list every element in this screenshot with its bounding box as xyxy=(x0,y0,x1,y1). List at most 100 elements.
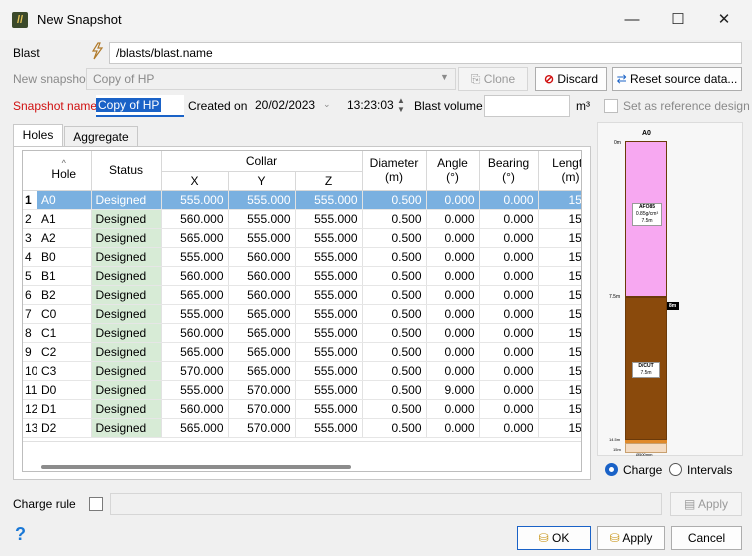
table-row[interactable]: 11 D0 Designed 555.000 570.000 555.000 0.500 9.… xyxy=(23,380,581,400)
diameter-cell[interactable]: 0.500 xyxy=(362,209,427,229)
length-cell[interactable]: 15.00 xyxy=(538,304,581,324)
reference-checkbox[interactable] xyxy=(604,99,618,113)
status-cell[interactable]: Designed xyxy=(91,266,162,286)
x-cell[interactable]: 555.000 xyxy=(161,190,229,210)
row-number[interactable]: 4 xyxy=(23,247,37,267)
horizontal-scrollbar[interactable] xyxy=(41,465,351,469)
x-cell[interactable]: 555.000 xyxy=(161,380,229,400)
y-cell[interactable]: 565.000 xyxy=(228,361,296,381)
row-number[interactable]: 8 xyxy=(23,323,37,343)
z-cell[interactable]: 555.000 xyxy=(295,285,363,305)
angle-cell[interactable]: 0.000 xyxy=(426,342,480,362)
row-number[interactable]: 6 xyxy=(23,285,37,305)
x-cell[interactable]: 565.000 xyxy=(161,228,229,248)
x-column-header[interactable]: X xyxy=(161,171,229,191)
length-cell[interactable]: 15.00 xyxy=(538,418,581,438)
z-cell[interactable]: 555.000 xyxy=(295,361,363,381)
bearing-cell[interactable]: 0.000 xyxy=(479,209,539,229)
z-cell[interactable]: 555.000 xyxy=(295,380,363,400)
status-cell[interactable]: Designed xyxy=(91,247,162,267)
status-cell[interactable]: Designed xyxy=(91,323,162,343)
apply-button[interactable]: ⛁ Apply xyxy=(597,526,665,550)
angle-cell[interactable]: 0.000 xyxy=(426,361,480,381)
table-row[interactable]: 13D2Designed565.000570.000555.0000.5000.… xyxy=(23,418,581,438)
angle-cell[interactable]: 0.000 xyxy=(426,266,480,286)
x-cell[interactable]: 565.000 xyxy=(161,342,229,362)
diameter-cell[interactable]: 0.500 xyxy=(362,285,427,305)
status-cell[interactable]: Designed xyxy=(91,380,162,400)
blast-path-field[interactable]: /blasts/blast.name xyxy=(109,42,742,64)
y-cell[interactable]: 555.000 xyxy=(228,228,296,248)
table-row[interactable]: 12D1Designed560.000570.000555.0000.5000.… xyxy=(23,399,581,419)
ok-button[interactable]: ⛁ OK xyxy=(517,526,591,550)
angle-cell[interactable]: 0.000 xyxy=(426,190,480,210)
status-cell[interactable]: Designed xyxy=(91,418,162,438)
diameter-cell[interactable]: 0.500 xyxy=(362,380,427,400)
x-cell[interactable]: 570.000 xyxy=(161,361,229,381)
row-number[interactable]: 7 xyxy=(23,304,37,324)
tab-holes[interactable]: Holes xyxy=(13,124,63,148)
x-cell[interactable]: 560.000 xyxy=(161,323,229,343)
y-cell[interactable]: 570.000 xyxy=(228,399,296,419)
table-row[interactable]: 6 B2 Designed 565.000 560.000 555.000 0.500 0.0… xyxy=(23,285,581,305)
charge-rule-field[interactable] xyxy=(110,493,662,515)
x-cell[interactable]: 560.000 xyxy=(161,399,229,419)
table-row[interactable]: 1 A0 Designed 555.000 555.000 555.000 0.500 0.0… xyxy=(23,190,581,210)
diameter-cell[interactable]: 0.500 xyxy=(362,361,427,381)
angle-cell[interactable]: 0.000 xyxy=(426,323,480,343)
clone-button[interactable]: ⎘ Clone xyxy=(458,67,528,91)
y-column-header[interactable]: Y xyxy=(228,171,296,191)
status-cell[interactable]: Designed xyxy=(91,304,162,324)
y-cell[interactable]: 555.000 xyxy=(228,190,296,210)
y-cell[interactable]: 570.000 xyxy=(228,380,296,400)
row-number[interactable]: 3 xyxy=(23,228,37,248)
bearing-cell[interactable]: 0.000 xyxy=(479,304,539,324)
diameter-column-header[interactable]: Diameter (m) xyxy=(362,151,427,191)
status-cell[interactable]: Designed xyxy=(91,399,162,419)
bearing-column-header[interactable]: Bearing (°) xyxy=(479,151,539,191)
table-row[interactable]: 4 B0 Designed 555.000 560.000 555.000 0.500 0.0… xyxy=(23,247,581,267)
angle-cell[interactable]: 0.000 xyxy=(426,247,480,267)
maximize-button[interactable]: ☐ xyxy=(664,8,692,32)
diameter-cell[interactable]: 0.500 xyxy=(362,342,427,362)
angle-column-header[interactable]: Angle (°) xyxy=(426,151,480,191)
hole-cell[interactable]: D2 xyxy=(37,418,92,438)
bearing-cell[interactable]: 0.000 xyxy=(479,361,539,381)
hole-cell[interactable]: D0 xyxy=(37,380,92,400)
x-cell[interactable]: 560.000 xyxy=(161,266,229,286)
hole-cell[interactable]: C3 xyxy=(37,361,92,381)
hole-cell[interactable]: B0 xyxy=(37,247,92,267)
diameter-cell[interactable]: 0.500 xyxy=(362,266,427,286)
length-cell[interactable]: 15.00 xyxy=(538,399,581,419)
length-cell[interactable]: 15.00 xyxy=(538,285,581,305)
bearing-cell[interactable]: 0.000 xyxy=(479,190,539,210)
diameter-cell[interactable]: 0.500 xyxy=(362,190,427,210)
cancel-button[interactable]: Cancel xyxy=(671,526,742,550)
x-cell[interactable]: 565.000 xyxy=(161,285,229,305)
bearing-cell[interactable]: 0.000 xyxy=(479,228,539,248)
intervals-radio[interactable] xyxy=(669,463,682,476)
angle-cell[interactable]: 9.000 xyxy=(426,380,480,400)
diameter-cell[interactable]: 0.500 xyxy=(362,323,427,343)
reset-source-button[interactable]: ⇄ Reset source data... xyxy=(612,67,742,91)
charge-rule-apply-button[interactable]: ▤ Apply xyxy=(670,492,742,516)
angle-cell[interactable]: 0.000 xyxy=(426,418,480,438)
length-cell[interactable]: 15.00 xyxy=(538,247,581,267)
length-cell[interactable]: 15.00 xyxy=(538,380,581,400)
y-cell[interactable]: 560.000 xyxy=(228,247,296,267)
z-cell[interactable]: 555.000 xyxy=(295,304,363,324)
hole-cell[interactable]: D1 xyxy=(37,399,92,419)
x-cell[interactable]: 565.000 xyxy=(161,418,229,438)
discard-button[interactable]: ⊘ Discard xyxy=(535,67,607,91)
row-number[interactable]: 9 xyxy=(23,342,37,362)
hole-cell[interactable]: C0 xyxy=(37,304,92,324)
table-row[interactable]: 2 A1 Designed 560.000 555.000 555.000 0.500 0.0… xyxy=(23,209,581,229)
z-cell[interactable]: 555.000 xyxy=(295,323,363,343)
z-column-header[interactable]: Z xyxy=(295,171,363,191)
angle-cell[interactable]: 0.000 xyxy=(426,399,480,419)
angle-cell[interactable]: 0.000 xyxy=(426,285,480,305)
diameter-cell[interactable]: 0.500 xyxy=(362,399,427,419)
tab-aggregate[interactable]: Aggregate xyxy=(64,126,138,148)
table-row[interactable]: 5 B1 Designed 560.000 560.000 555.000 0.500 0.0… xyxy=(23,266,581,286)
z-cell[interactable]: 555.000 xyxy=(295,266,363,286)
